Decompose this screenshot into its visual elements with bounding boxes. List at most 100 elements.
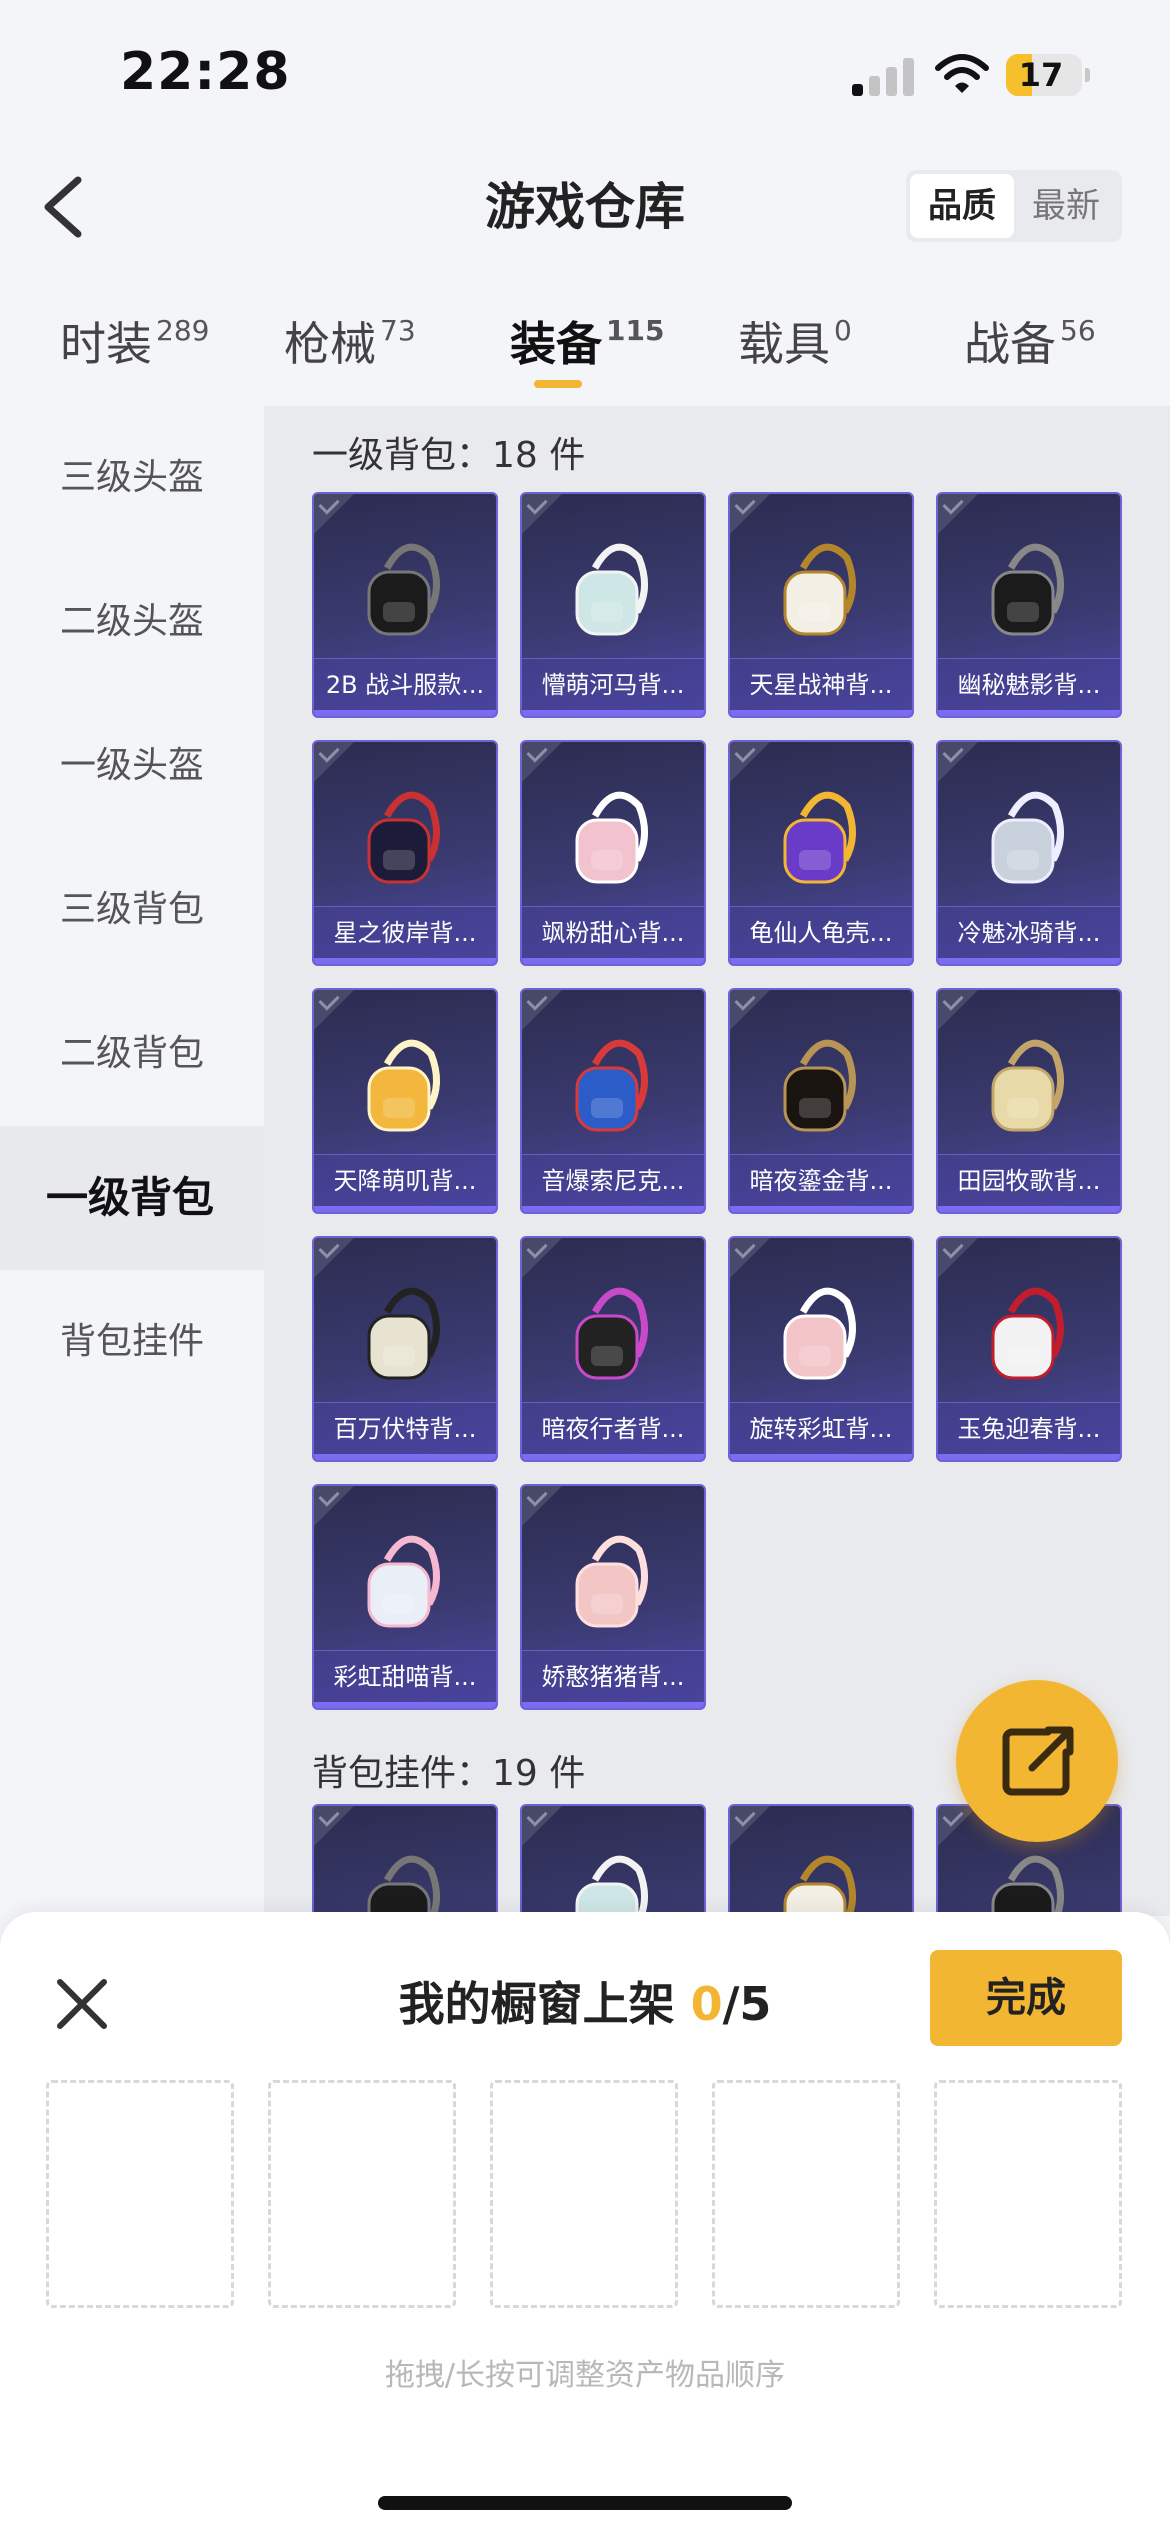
item-name: 百万伏特背... (314, 1402, 496, 1454)
share-button[interactable] (956, 1680, 1118, 1842)
inventory-item-card[interactable]: 暗夜鎏金背... (728, 988, 914, 1214)
status-time: 22:28 (120, 42, 291, 102)
sidebar-item-level3-helmet[interactable]: 三级头盔 (0, 406, 264, 550)
tab-count: 56 (1060, 314, 1096, 347)
item-name: 星之彼岸背... (314, 906, 496, 958)
wifi-icon (935, 54, 989, 93)
backpack-icon (575, 1039, 648, 1132)
cellular-signal-icon (852, 56, 916, 96)
sidebar-item-level3-backpack[interactable]: 三级背包 (0, 838, 264, 982)
item-name: 音爆索尼克... (522, 1154, 704, 1206)
inventory-item-card[interactable]: 幽秘魅影背... (936, 492, 1122, 718)
item-name: 暗夜行者背... (522, 1402, 704, 1454)
backpack-icon (991, 1287, 1064, 1380)
inventory-item-card[interactable]: 懵萌河马背... (520, 492, 706, 718)
tab-firearms[interactable]: 枪械 73 (284, 308, 416, 374)
backpack-icon (575, 543, 648, 636)
backpack-icon (783, 791, 856, 884)
inventory-item-card[interactable]: 彩虹甜喵背... (312, 1484, 498, 1710)
inventory-item-card[interactable]: 音爆索尼克... (520, 988, 706, 1214)
tab-count: 115 (606, 314, 665, 347)
backpack-icon (575, 1855, 648, 1916)
item-name: 飒粉甜心背... (522, 906, 704, 958)
inventory-item-card[interactable]: 田园牧歌背... (936, 988, 1122, 1214)
inventory-item-card[interactable] (312, 1804, 498, 1916)
showcase-slot[interactable] (268, 2080, 456, 2308)
inventory-item-card[interactable]: 飒粉甜心背... (520, 740, 706, 966)
showcase-current-count: 0 (690, 1977, 723, 2031)
backpack-icon (367, 1039, 440, 1132)
showcase-slot[interactable] (934, 2080, 1122, 2308)
showcase-total-count: /5 (722, 1977, 772, 2031)
inventory-item-card[interactable]: 娇憨猪猪背... (520, 1484, 706, 1710)
home-indicator (378, 2496, 792, 2510)
inventory-item-card[interactable]: 天降萌叽背... (312, 988, 498, 1214)
inventory-item-card[interactable]: 龟仙人龟壳... (728, 740, 914, 966)
tab-count: 0 (834, 314, 852, 347)
backpack-icon (367, 1535, 440, 1628)
backpack-icon (367, 791, 440, 884)
item-name: 旋转彩虹背... (730, 1402, 912, 1454)
item-name: 玉兔迎春背... (938, 1402, 1120, 1454)
inventory-item-card[interactable]: 2B 战斗服款... (312, 492, 498, 718)
inventory-item-card[interactable]: 暗夜行者背... (520, 1236, 706, 1462)
sidebar: 三级头盔 二级头盔 一级头盔 三级背包 二级背包 一级背包 背包挂件 (0, 406, 264, 1906)
sort-quality-button[interactable]: 品质 (910, 174, 1014, 238)
backpack-icon (991, 1855, 1064, 1916)
sidebar-item-level2-backpack[interactable]: 二级背包 (0, 982, 264, 1126)
inventory-item-card[interactable]: 百万伏特背... (312, 1236, 498, 1462)
inventory-item-card[interactable] (728, 1804, 914, 1916)
tab-count: 289 (156, 314, 210, 347)
backpack-icon (783, 543, 856, 636)
inventory-item-card[interactable]: 天星战神背... (728, 492, 914, 718)
item-name: 懵萌河马背... (522, 658, 704, 710)
showcase-slot[interactable] (46, 2080, 234, 2308)
inventory-item-card[interactable]: 玉兔迎春背... (936, 1236, 1122, 1462)
tab-fashion[interactable]: 时装 289 (60, 308, 209, 374)
item-name: 2B 战斗服款... (314, 658, 496, 710)
backpack-icon (991, 1039, 1064, 1132)
backpack-icon (575, 1287, 648, 1380)
item-name: 龟仙人龟壳... (730, 906, 912, 958)
battery-icon: 17 (1006, 54, 1082, 96)
sidebar-item-level1-helmet[interactable]: 一级头盔 (0, 694, 264, 838)
share-icon (1002, 1726, 1074, 1796)
sidebar-item-level2-helmet[interactable]: 二级头盔 (0, 550, 264, 694)
inventory-item-card[interactable]: 旋转彩虹背... (728, 1236, 914, 1462)
backpack-icon (367, 543, 440, 636)
backpack-icon (783, 1855, 856, 1916)
tab-equipment[interactable]: 装备 115 (510, 308, 664, 374)
item-name: 娇憨猪猪背... (522, 1650, 704, 1702)
item-name: 天降萌叽背... (314, 1154, 496, 1206)
tab-count: 73 (380, 314, 416, 347)
inventory-item-card[interactable]: 冷魅冰骑背... (936, 740, 1122, 966)
reorder-hint: 拖拽/长按可调整资产物品顺序 (384, 2358, 786, 2393)
sort-newest-button[interactable]: 最新 (1014, 174, 1118, 238)
item-name: 田园牧歌背... (938, 1154, 1120, 1206)
item-name: 天星战神背... (730, 658, 912, 710)
category-tabs: 时装 289 枪械 73 装备 115 载具 0 战备 56 (0, 296, 1170, 406)
section-title-level1-backpack: 一级背包：18 件 (312, 435, 586, 476)
section-title-backpack-charm: 背包挂件：19 件 (312, 1753, 586, 1794)
backpack-icon (575, 791, 648, 884)
sort-toggle: 品质 最新 (906, 170, 1122, 242)
backpack-icon (367, 1287, 440, 1380)
item-name: 冷魅冰骑背... (938, 906, 1120, 958)
showcase-slot[interactable] (712, 2080, 900, 2308)
status-bar: 22:28 17 (0, 0, 1170, 150)
tab-vehicles[interactable]: 载具 0 (738, 308, 852, 374)
backpack-icon (575, 1535, 648, 1628)
backpack-icon (783, 1287, 856, 1380)
inventory-item-card[interactable]: 星之彼岸背... (312, 740, 498, 966)
inventory-item-card[interactable] (520, 1804, 706, 1916)
showcase-sheet: 我的橱窗上架 0/5 完成 拖拽/长按可调整资产物品顺序 (0, 1912, 1170, 2532)
backpack-icon (367, 1855, 440, 1916)
done-button[interactable]: 完成 (930, 1950, 1122, 2046)
sidebar-item-backpack-charm[interactable]: 背包挂件 (0, 1270, 264, 1414)
backpack-icon (783, 1039, 856, 1132)
tab-supplies[interactable]: 战备 56 (964, 308, 1096, 374)
item-name: 彩虹甜喵背... (314, 1650, 496, 1702)
showcase-slot[interactable] (490, 2080, 678, 2308)
backpack-icon (991, 791, 1064, 884)
sidebar-item-level1-backpack[interactable]: 一级背包 (0, 1126, 264, 1270)
